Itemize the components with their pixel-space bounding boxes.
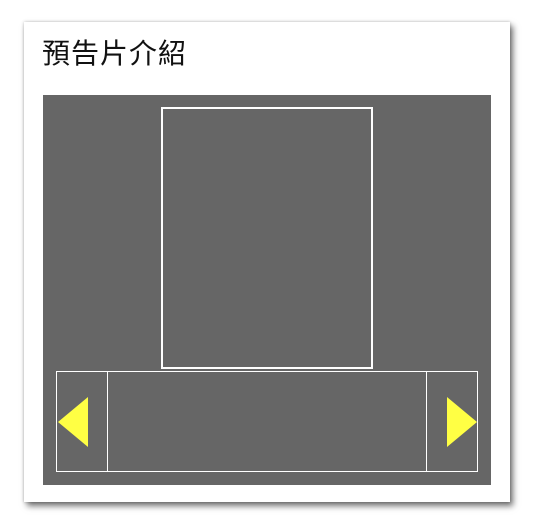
carousel-next-button[interactable] [426, 372, 477, 471]
triangle-right-icon [447, 397, 477, 447]
widget-title: 預告片介紹 [42, 37, 188, 70]
carousel-prev-button[interactable] [57, 372, 108, 471]
triangle-left-icon [58, 397, 88, 447]
trailer-widget: 預告片介紹 [24, 22, 510, 502]
thumbnail-track [108, 372, 426, 471]
thumbnail-carousel [56, 371, 478, 472]
trailer-viewer [43, 95, 491, 485]
trailer-poster-frame[interactable] [161, 107, 373, 369]
